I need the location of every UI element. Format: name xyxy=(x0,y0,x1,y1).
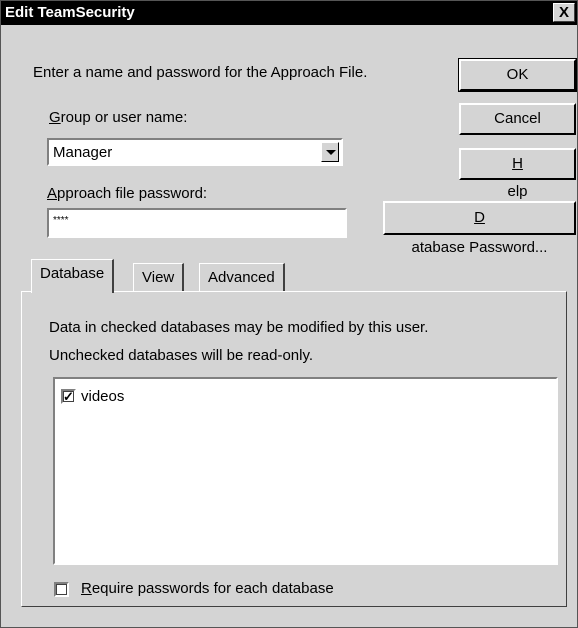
ok-button[interactable]: OK xyxy=(458,58,577,92)
chevron-down-icon[interactable] xyxy=(321,142,339,162)
panel-line-2: Unchecked databases will be read-only. xyxy=(49,347,314,364)
close-icon: X xyxy=(558,4,569,21)
help-button[interactable]: Help xyxy=(459,148,576,200)
group-select[interactable]: Manager xyxy=(47,138,343,166)
tab-advanced[interactable]: Advanced xyxy=(199,263,285,291)
password-input[interactable]: **** xyxy=(47,208,347,238)
password-label: Approach file password: xyxy=(47,185,208,202)
database-list[interactable]: ✓ videos xyxy=(53,377,558,565)
require-passwords-label[interactable]: Require passwords for each database xyxy=(81,580,334,597)
edit-teamsecurity-dialog: Edit TeamSecurity X Enter a name and pas… xyxy=(0,0,578,628)
intro-text: Enter a name and password for the Approa… xyxy=(33,64,368,81)
dialog-title: Edit TeamSecurity xyxy=(5,4,135,21)
cancel-button[interactable]: Cancel xyxy=(459,103,576,135)
title-bar[interactable]: Edit TeamSecurity X xyxy=(1,1,577,25)
list-item-label: videos xyxy=(81,388,125,405)
tab-database[interactable]: Database xyxy=(31,259,115,293)
database-password-button[interactable]: Database Password... xyxy=(383,201,576,256)
group-label: Group or user name: xyxy=(49,109,188,126)
panel-line-1: Data in checked databases may be modifie… xyxy=(49,319,429,336)
tab-view[interactable]: View xyxy=(133,263,185,291)
require-passwords-checkbox[interactable] xyxy=(54,582,69,597)
close-button[interactable]: X xyxy=(553,3,575,22)
password-value: **** xyxy=(53,215,69,226)
videos-checkbox[interactable]: ✓ xyxy=(61,389,76,404)
group-selected-value: Manager xyxy=(53,144,113,161)
